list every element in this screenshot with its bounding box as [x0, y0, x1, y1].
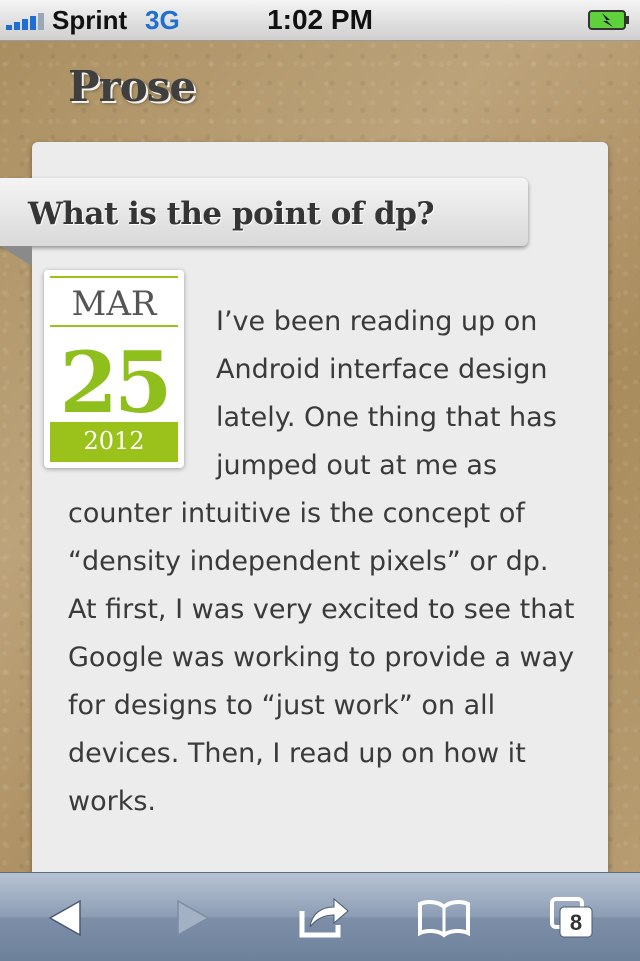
ribbon-fold	[0, 246, 32, 266]
badge-top-line	[50, 276, 178, 278]
status-time: 1:02 PM	[267, 4, 373, 35]
app-title: Prose	[68, 62, 196, 111]
share-icon[interactable]	[294, 893, 354, 943]
bookmarks-icon[interactable]	[414, 893, 474, 943]
back-arrow-icon[interactable]	[36, 893, 96, 943]
article-body: I’ve been reading up on Android interfac…	[68, 298, 578, 826]
status-bar: Sprint 3G 1:02 PM	[0, 0, 640, 41]
browser-toolbar: 8	[0, 872, 640, 961]
tabs-button[interactable]: 8	[544, 893, 604, 943]
tabs-count: 8	[569, 910, 583, 935]
battery-charging-icon	[588, 10, 629, 30]
badge-float-spacer	[68, 298, 216, 484]
article-title[interactable]: What is the point of dp?	[28, 196, 435, 232]
forward-arrow-icon[interactable]	[160, 893, 220, 943]
